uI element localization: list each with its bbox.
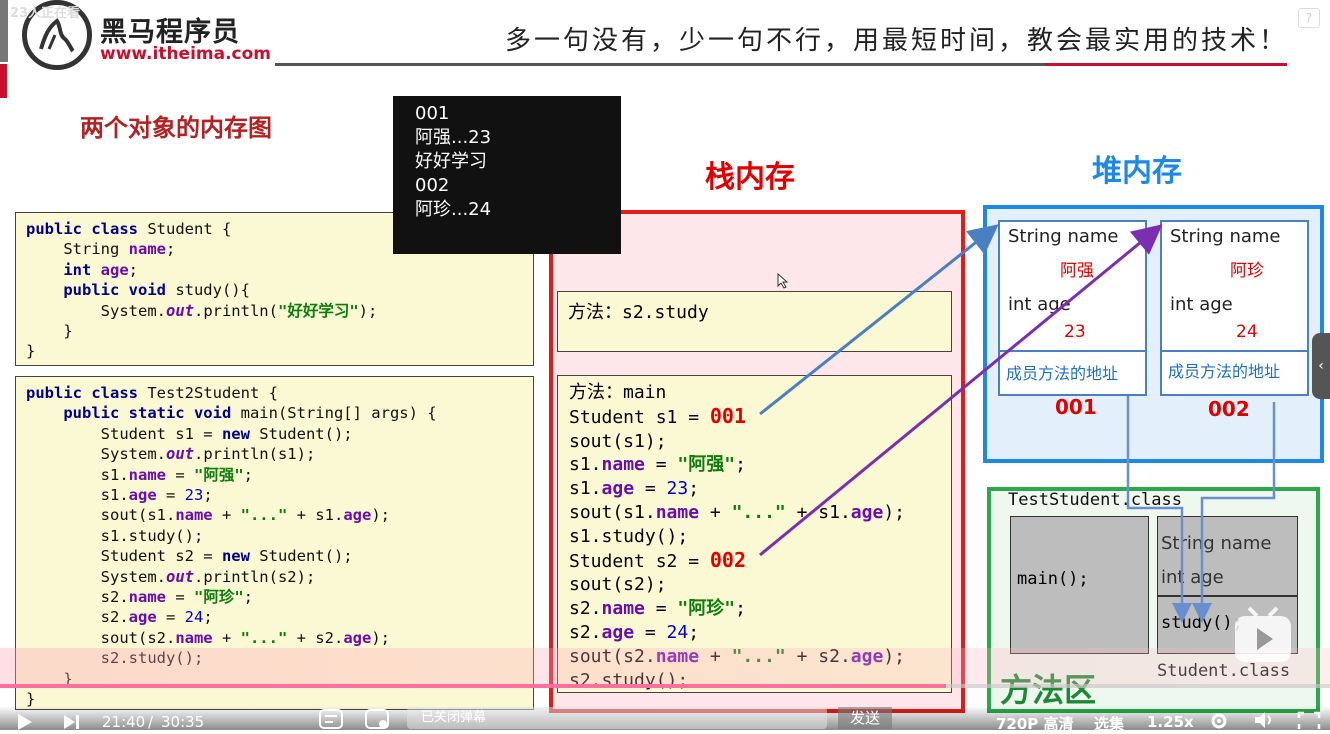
reference-arrows [759, 224, 1276, 623]
time-total: 30:35 [161, 713, 205, 731]
console-line: 阿珍...24 [415, 199, 492, 220]
arrow-s2-to-002 [759, 224, 1163, 557]
danmaku-input[interactable]: 已关闭弹幕 [407, 707, 827, 729]
bilibili-tv-play-icon[interactable] [1231, 606, 1295, 666]
side-panel-toggle[interactable]: ‹ [1312, 333, 1330, 399]
time-separator: / [148, 713, 154, 731]
speed-button[interactable]: 1.25x [1147, 713, 1194, 731]
play-icon[interactable] [14, 713, 36, 730]
console-line: 阿强...23 [415, 127, 492, 148]
danmaku-overlay-band [0, 648, 1330, 688]
fullscreen-icon[interactable] [1296, 710, 1322, 730]
arrow-002-to-study [1192, 402, 1276, 623]
mouse-cursor-icon [777, 273, 789, 289]
quality-button[interactable]: 720P 高清 [996, 713, 1074, 734]
console-line: 002 [415, 175, 450, 196]
volume-icon[interactable] [1253, 710, 1275, 730]
progress-bar-fill [0, 684, 946, 688]
arrow-001-to-study [1126, 396, 1192, 623]
danmaku-settings-icon[interactable] [365, 708, 391, 730]
danmaku-toggle-icon[interactable] [319, 708, 345, 730]
send-button[interactable]: 发送 [838, 707, 892, 729]
episodes-button[interactable]: 选集 [1094, 713, 1124, 734]
settings-gear-icon[interactable] [1208, 710, 1230, 730]
console-line: 好好学习 [415, 151, 487, 172]
console-line: 001 [415, 103, 450, 124]
next-icon[interactable] [62, 713, 82, 730]
arrow-s1-to-001 [759, 224, 999, 416]
time-current: 21:40 [102, 713, 146, 731]
console-output: 001 阿强...23 好好学习 002 阿珍...24 [393, 96, 621, 254]
